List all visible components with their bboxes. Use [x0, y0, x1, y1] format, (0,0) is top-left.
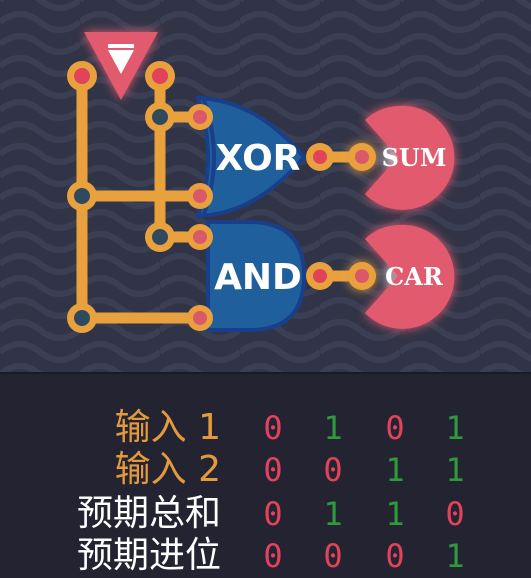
junction-node[interactable]: [145, 222, 175, 252]
junction-node[interactable]: [67, 303, 97, 333]
truth-table: 输入 1 0 1 0 1 输入 2 0 0 1 1 预期总和 0 1 1 0 预…: [0, 374, 531, 577]
truth-cell: 1: [445, 451, 465, 489]
truth-cell: 1: [323, 495, 343, 533]
truth-cell: 0: [385, 537, 405, 575]
truth-cell: 0: [323, 451, 343, 489]
truth-cell: 1: [445, 409, 465, 447]
truth-row-label: 预期总和: [76, 493, 221, 534]
truth-row-input-1: 输入 1 0 1 0 1: [0, 406, 531, 450]
truth-row-expected-sum: 预期总和 0 1 1 0: [0, 492, 531, 536]
source-bar-icon: [108, 44, 134, 48]
truth-cell: 1: [385, 495, 405, 533]
circuit-svg: XOR AND SUM CAR: [0, 0, 531, 372]
truth-row-label: 输入 1: [114, 407, 221, 448]
junction-node[interactable]: [67, 181, 97, 211]
xor-gate-label: XOR: [216, 138, 301, 179]
input-node-2[interactable]: [145, 61, 175, 91]
truth-row-label: 输入 2: [114, 449, 221, 490]
truth-cell: 0: [323, 537, 343, 575]
xor-output-node[interactable]: [306, 143, 334, 171]
truth-cell: 1: [445, 537, 465, 575]
truth-cell: 1: [323, 409, 343, 447]
truth-cell: 1: [385, 451, 405, 489]
sum-output-label: SUM: [382, 143, 447, 172]
circuit-board: XOR AND SUM CAR: [0, 0, 531, 372]
truth-row-expected-carry: 预期进位 0 0 0 1: [0, 534, 531, 578]
and-output-node[interactable]: [306, 262, 334, 290]
carry-output-label: CAR: [385, 262, 444, 291]
truth-cell: 0: [445, 495, 465, 533]
truth-cell: 0: [263, 451, 283, 489]
truth-row-label: 预期进位: [76, 535, 221, 576]
and-gate-label: AND: [214, 257, 302, 298]
truth-cell: 0: [263, 495, 283, 533]
truth-cell: 0: [385, 409, 405, 447]
truth-row-input-2: 输入 2 0 0 1 1: [0, 448, 531, 492]
truth-cell: 0: [263, 537, 283, 575]
truth-cell: 0: [263, 409, 283, 447]
junction-node[interactable]: [145, 102, 175, 132]
input-node-1[interactable]: [67, 61, 97, 91]
